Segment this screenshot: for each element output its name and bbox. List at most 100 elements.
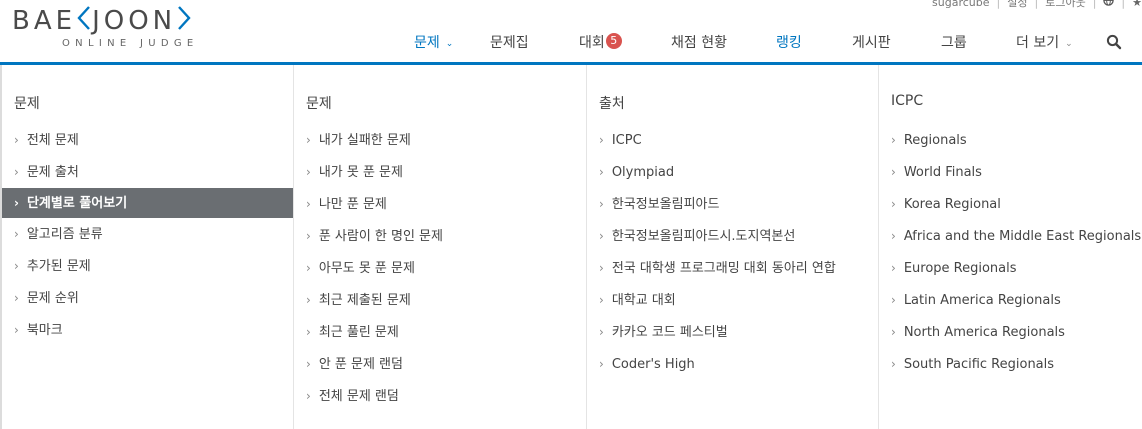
menu-item-selected[interactable]: › 단계별로 풀어보기: [2, 188, 293, 218]
menu-item-label: 전체 문제: [26, 133, 79, 148]
chevron-right-icon: ›: [891, 197, 896, 211]
menu-item[interactable]: › ICPC: [587, 124, 878, 156]
menu-item-label: Regionals: [903, 133, 967, 148]
chevron-right-icon: ›: [891, 133, 896, 147]
chevron-right-icon: ›: [891, 293, 896, 307]
globe-icon[interactable]: [1103, 0, 1115, 9]
menu-item[interactable]: › 대학교 대회: [587, 284, 878, 316]
nav-board[interactable]: 게시판: [852, 28, 891, 58]
menu-item[interactable]: › 추가된 문제: [2, 250, 293, 282]
menu-item-label: 전국 대학생 프로그래밍 대회 동아리 연합: [611, 261, 836, 276]
menu-item-label: 한국정보올림피아드: [611, 197, 720, 212]
menu-item[interactable]: › 한국정보올림피아드시.도지역본선: [587, 220, 878, 252]
menu-item[interactable]: › 안 푼 문제 랜덤: [294, 348, 586, 380]
divider: |: [1034, 0, 1039, 9]
menu-item[interactable]: › 문제 출처: [2, 156, 293, 188]
menu-item[interactable]: › 북마크: [2, 314, 293, 346]
nav-more-label: 더 보기: [1016, 35, 1060, 51]
menu-item[interactable]: › 최근 풀린 문제: [294, 316, 586, 348]
menu-item-label: 알고리즘 분류: [26, 227, 103, 242]
nav-problems[interactable]: 문제 ⌄: [414, 28, 453, 58]
chevron-right-icon: ›: [14, 323, 19, 337]
menu-item[interactable]: › Coder's High: [587, 348, 878, 380]
nav-ranking-label: 랭킹: [776, 35, 802, 51]
chevron-right-icon: ›: [14, 133, 19, 147]
menu-item[interactable]: › 문제 순위: [2, 282, 293, 314]
menu-item[interactable]: › 전국 대학생 프로그래밍 대회 동아리 연합: [587, 252, 878, 284]
chevron-right-icon: ›: [599, 165, 604, 179]
menu-item[interactable]: › South Pacific Regionals: [879, 348, 1142, 380]
divider: |: [1092, 0, 1097, 9]
menu-item[interactable]: › Olympiad: [587, 156, 878, 188]
chevron-right-icon: ›: [599, 357, 604, 371]
menu-item[interactable]: › World Finals: [879, 156, 1142, 188]
chevron-right-icon: ›: [599, 261, 604, 275]
menu-item[interactable]: › 전체 문제: [2, 124, 293, 156]
menu-item[interactable]: › Europe Regionals: [879, 252, 1142, 284]
menu-item-label: 안 푼 문제 랜덤: [318, 357, 403, 372]
nav-ranking[interactable]: 랭킹: [776, 28, 802, 58]
menu-item[interactable]: › 푼 사람이 한 명인 문제: [294, 220, 586, 252]
chevron-right-icon: ›: [306, 389, 311, 403]
menu-item[interactable]: › North America Regionals: [879, 316, 1142, 348]
nav-workbook[interactable]: 문제집: [490, 28, 529, 58]
menu-item[interactable]: › 한국정보올림피아드: [587, 188, 878, 220]
menu-item[interactable]: › 나만 푼 문제: [294, 188, 586, 220]
menu-item-label: 문제 순위: [26, 291, 79, 306]
menu-item[interactable]: › 내가 실패한 문제: [294, 124, 586, 156]
menu-column-title: 출처: [599, 96, 625, 112]
chevron-right-icon: ›: [306, 325, 311, 339]
chevron-right-icon: ›: [599, 133, 604, 147]
chevron-right-icon: ›: [599, 229, 604, 243]
nav-status[interactable]: 채점 현황: [671, 28, 727, 58]
menu-item-label: South Pacific Regionals: [903, 357, 1055, 372]
menu-item[interactable]: › Africa and the Middle East Regionals: [879, 220, 1142, 252]
menu-item-label: Europe Regionals: [903, 261, 1017, 276]
menu-item[interactable]: › Regionals: [879, 124, 1142, 156]
chevron-right-icon: ›: [891, 325, 896, 339]
menu-item-label: 단계별로 풀어보기: [26, 196, 128, 211]
menu-column-title: 문제: [306, 96, 332, 112]
star-icon[interactable]: ★: [1132, 0, 1142, 9]
nav-more[interactable]: 더 보기 ⌄: [1016, 28, 1073, 58]
chevron-down-icon: ⌄: [1065, 39, 1073, 49]
menu-item-label: North America Regionals: [903, 325, 1065, 340]
chevron-right-icon: ›: [599, 197, 604, 211]
menu-column-my-problems: 문제 › 내가 실패한 문제 › 내가 못 푼 문제 › 나만 푼 문제 › 푼 사람이…: [293, 65, 586, 429]
menu-item-label: 북마크: [26, 323, 63, 338]
logout-link[interactable]: 로그아웃: [1045, 0, 1085, 10]
menu-item[interactable]: › 아무도 못 푼 문제: [294, 252, 586, 284]
chevron-right-icon: ›: [306, 133, 311, 147]
menu-item-label: 문제 출처: [26, 165, 79, 180]
chevron-right-icon: ›: [891, 165, 896, 179]
nav-problems-label: 문제: [414, 35, 440, 51]
menu-item-label: 나만 푼 문제: [318, 197, 387, 212]
menu-column-sources: 출처 › ICPC › Olympiad › 한국정보올림피아드 › 한국정보올림피아드…: [586, 65, 878, 429]
menu-item-label: 대학교 대회: [611, 293, 676, 308]
menu-item-label: 푼 사람이 한 명인 문제: [318, 229, 443, 244]
menu-item[interactable]: › 알고리즘 분류: [2, 218, 293, 250]
menu-item-label: 카카오 코드 페스티벌: [611, 325, 728, 340]
menu-item[interactable]: › Korea Regional: [879, 188, 1142, 220]
menu-item-label: 최근 풀린 문제: [318, 325, 399, 340]
menu-column-title: 문제: [14, 96, 40, 112]
menu-item[interactable]: › 내가 못 푼 문제: [294, 156, 586, 188]
username-link[interactable]: sugarcube: [932, 0, 989, 9]
menu-item[interactable]: › Latin America Regionals: [879, 284, 1142, 316]
chevron-right-icon: ›: [599, 293, 604, 307]
menu-item[interactable]: › 카카오 코드 페스티벌: [587, 316, 878, 348]
chevron-right-icon: ›: [599, 325, 604, 339]
search-icon[interactable]: [1106, 34, 1122, 50]
nav-group[interactable]: 그룹: [941, 28, 967, 58]
chevron-right-icon: ›: [14, 259, 19, 273]
contest-count-badge: 5: [605, 33, 622, 49]
nav-status-label: 채점 현황: [671, 35, 727, 51]
nav-workbook-label: 문제집: [490, 35, 529, 51]
settings-link[interactable]: 설정: [1007, 0, 1027, 10]
nav-board-label: 게시판: [852, 35, 891, 51]
nav-contest-label: 대회: [579, 35, 605, 51]
menu-item[interactable]: › 최근 제출된 문제: [294, 284, 586, 316]
nav-contest[interactable]: 대회 5: [579, 28, 622, 58]
menu-item[interactable]: › 전체 문제 랜덤: [294, 380, 586, 412]
divider: |: [1121, 0, 1126, 9]
